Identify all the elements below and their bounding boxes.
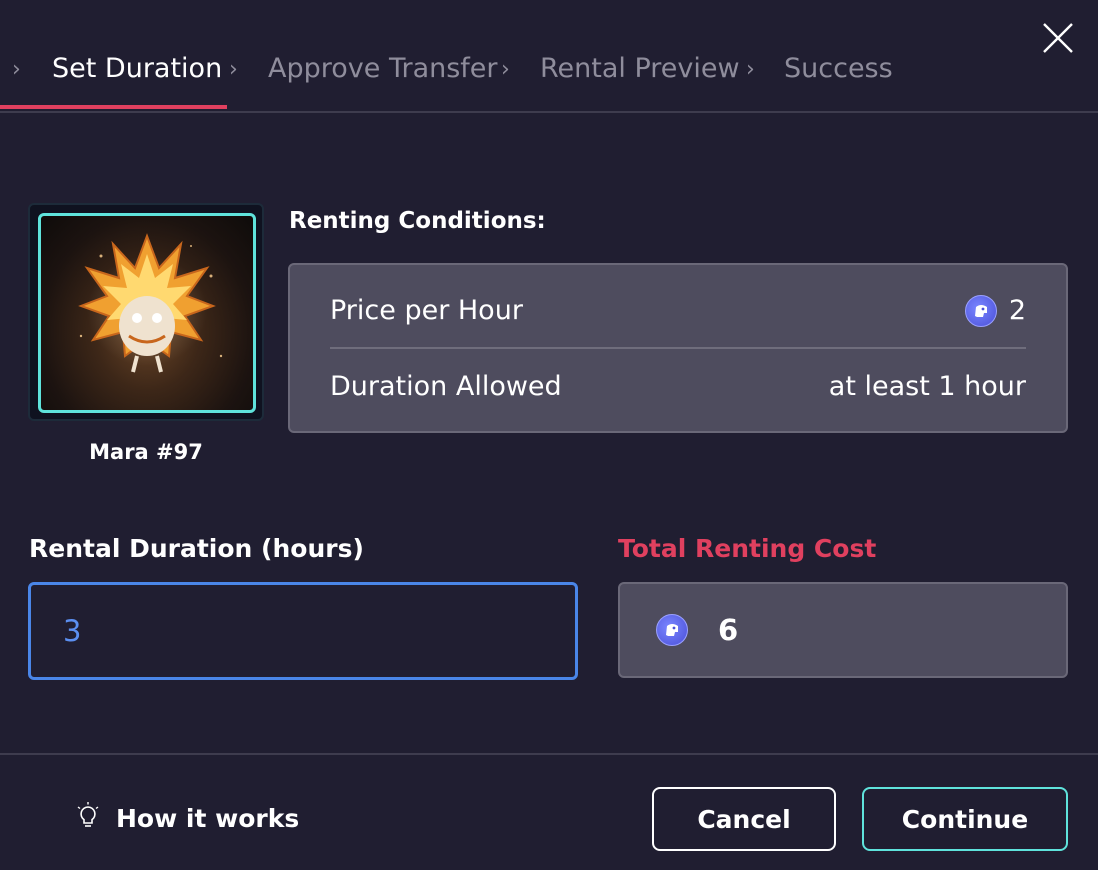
nft-card [28,203,264,421]
price-label: Price per Hour [330,295,523,326]
ape-coin-icon [656,614,688,646]
step-rental-preview[interactable]: Rental Preview [540,50,740,88]
price-row: Price per Hour 2 [330,291,1026,331]
chevron-right-icon: › [229,57,238,82]
conditions-box: Price per Hour 2 Duration Allowed at lea… [288,263,1068,433]
rental-duration-input[interactable] [28,582,578,680]
nft-image [38,213,256,413]
how-it-works-link[interactable]: How it works [76,798,299,838]
stepper: › Set Duration › Approve Transfer › Rent… [0,0,1098,113]
footer-divider [0,753,1098,755]
step-success[interactable]: Success [784,50,893,88]
lightbulb-icon [76,802,100,834]
conditions-title: Renting Conditions: [289,208,546,234]
step-set-duration[interactable]: Set Duration [52,50,222,88]
close-icon[interactable] [1040,20,1076,56]
chevron-right-icon: › [12,57,21,82]
chevron-right-icon: › [501,57,510,82]
total-cost-box: 6 [618,582,1068,678]
price-value: 2 [1008,295,1026,326]
active-step-indicator [0,105,227,109]
duration-allowed-label: Duration Allowed [330,371,562,402]
total-cost-label: Total Renting Cost [618,534,877,563]
duration-allowed-value: at least 1 hour [828,371,1026,402]
total-cost-value: 6 [718,613,739,647]
chevron-right-icon: › [746,57,755,82]
nft-name: Mara #97 [89,440,203,464]
cancel-button[interactable]: Cancel [652,787,836,851]
step-approve-transfer[interactable]: Approve Transfer [268,50,498,88]
rental-duration-label: Rental Duration (hours) [29,534,364,563]
how-it-works-label: How it works [116,803,300,833]
divider [330,347,1026,349]
duration-row: Duration Allowed at least 1 hour [330,367,1026,407]
ape-coin-icon [964,295,997,327]
continue-button[interactable]: Continue [862,787,1068,851]
